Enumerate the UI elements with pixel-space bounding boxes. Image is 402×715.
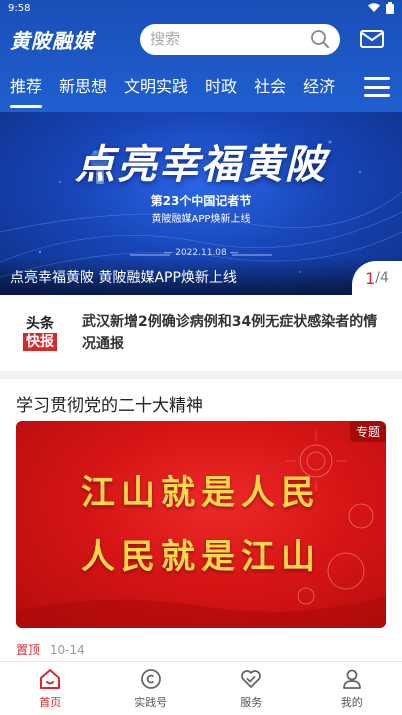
banner-pager: 1 /4	[352, 261, 402, 295]
banner-subtitle-1: 第23个中国记者节	[150, 194, 252, 208]
service-icon	[241, 670, 262, 688]
fireworks-decoration	[16, 431, 386, 628]
card-slogan-1: 江山就是人民	[81, 473, 321, 513]
nav-service-label: 服务	[240, 696, 263, 709]
headline-news[interactable]: 头条 快报 武汉新增2例确诊病例和34例无症状感染者的情况通报	[0, 295, 402, 371]
home-icon	[40, 669, 61, 689]
nav-service[interactable]: 服务	[201, 662, 302, 715]
headline-text[interactable]: 武汉新增2例确诊病例和34例无症状感染者的情况通报	[82, 311, 382, 355]
search-icon[interactable]	[310, 29, 330, 49]
nav-practice[interactable]: 实践号	[101, 662, 202, 715]
menu-icon[interactable]	[364, 74, 390, 100]
practice-icon	[140, 669, 161, 689]
top-bar: 黄陂融媒	[0, 16, 402, 62]
search-input[interactable]	[150, 30, 290, 48]
search-box[interactable]	[140, 23, 340, 55]
pager-total: /4	[375, 270, 389, 286]
card-slogan-2: 人民就是江山	[81, 537, 321, 577]
mail-icon[interactable]	[360, 30, 384, 48]
topic-tag: 专题	[349, 421, 386, 442]
battery-icon	[386, 2, 394, 14]
tab-civilization-practice[interactable]: 文明实践	[124, 72, 188, 102]
tab-economy[interactable]: 经济	[303, 72, 335, 102]
nav-profile-label: 我的	[340, 696, 363, 709]
headline-logo-bottom: 快报	[23, 333, 57, 351]
banner-subtitle-2: 黄陂融媒APP焕新上线	[151, 214, 251, 225]
article-date: 10-14	[49, 643, 85, 657]
nav-practice-label: 实践号	[134, 696, 168, 709]
pinned-label: 置顶	[16, 643, 41, 657]
channel-tabs: 推荐 新思想 文明实践 时政 社会 经济	[0, 62, 402, 112]
headline-logo-top: 头条	[26, 316, 54, 332]
banner-caption: 点亮幸福黄陂 黄陂融媒APP焕新上线	[10, 270, 237, 286]
pager-current: 1	[365, 268, 376, 288]
status-time: 9:58	[8, 2, 31, 14]
topic-section: 学习贯彻党的二十大精神 专题 江山就是人民 人民就是江山 置顶 10-14	[0, 379, 402, 661]
topic-card[interactable]: 专题 江山就是人民 人民就是江山	[16, 421, 386, 628]
tab-politics[interactable]: 时政	[205, 72, 237, 102]
banner-caption-bar: 点亮幸福黄陂 黄陂融媒APP焕新上线	[0, 257, 402, 295]
nav-home[interactable]: 首页	[0, 662, 101, 715]
banner-carousel[interactable]: 点亮幸福黄陂 第23个中国记者节 黄陂融媒APP焕新上线 — 2022.11.0…	[0, 112, 402, 295]
tab-new-thought[interactable]: 新思想	[59, 72, 107, 102]
banner-title: 点亮幸福黄陂	[75, 141, 327, 188]
app-header: 9:58 黄陂融媒 推荐 新思想 文明实践 时政 社会 经济	[0, 0, 402, 112]
nav-home-label: 首页	[39, 696, 62, 709]
article-meta: 置顶 10-14	[16, 641, 85, 658]
status-bar: 9:58	[0, 0, 402, 16]
headline-logo: 头条 快报	[20, 315, 60, 351]
status-icons	[368, 2, 394, 14]
profile-icon	[342, 669, 361, 689]
bottom-navigation: 首页 实践号 服务 我的	[0, 661, 402, 715]
section-title: 学习贯彻党的二十大精神	[16, 396, 203, 416]
app-logo: 黄陂融媒	[10, 28, 94, 53]
nav-profile[interactable]: 我的	[302, 662, 402, 715]
tab-recommend[interactable]: 推荐	[10, 72, 43, 108]
tab-society[interactable]: 社会	[254, 72, 286, 102]
wifi-icon	[368, 3, 380, 12]
